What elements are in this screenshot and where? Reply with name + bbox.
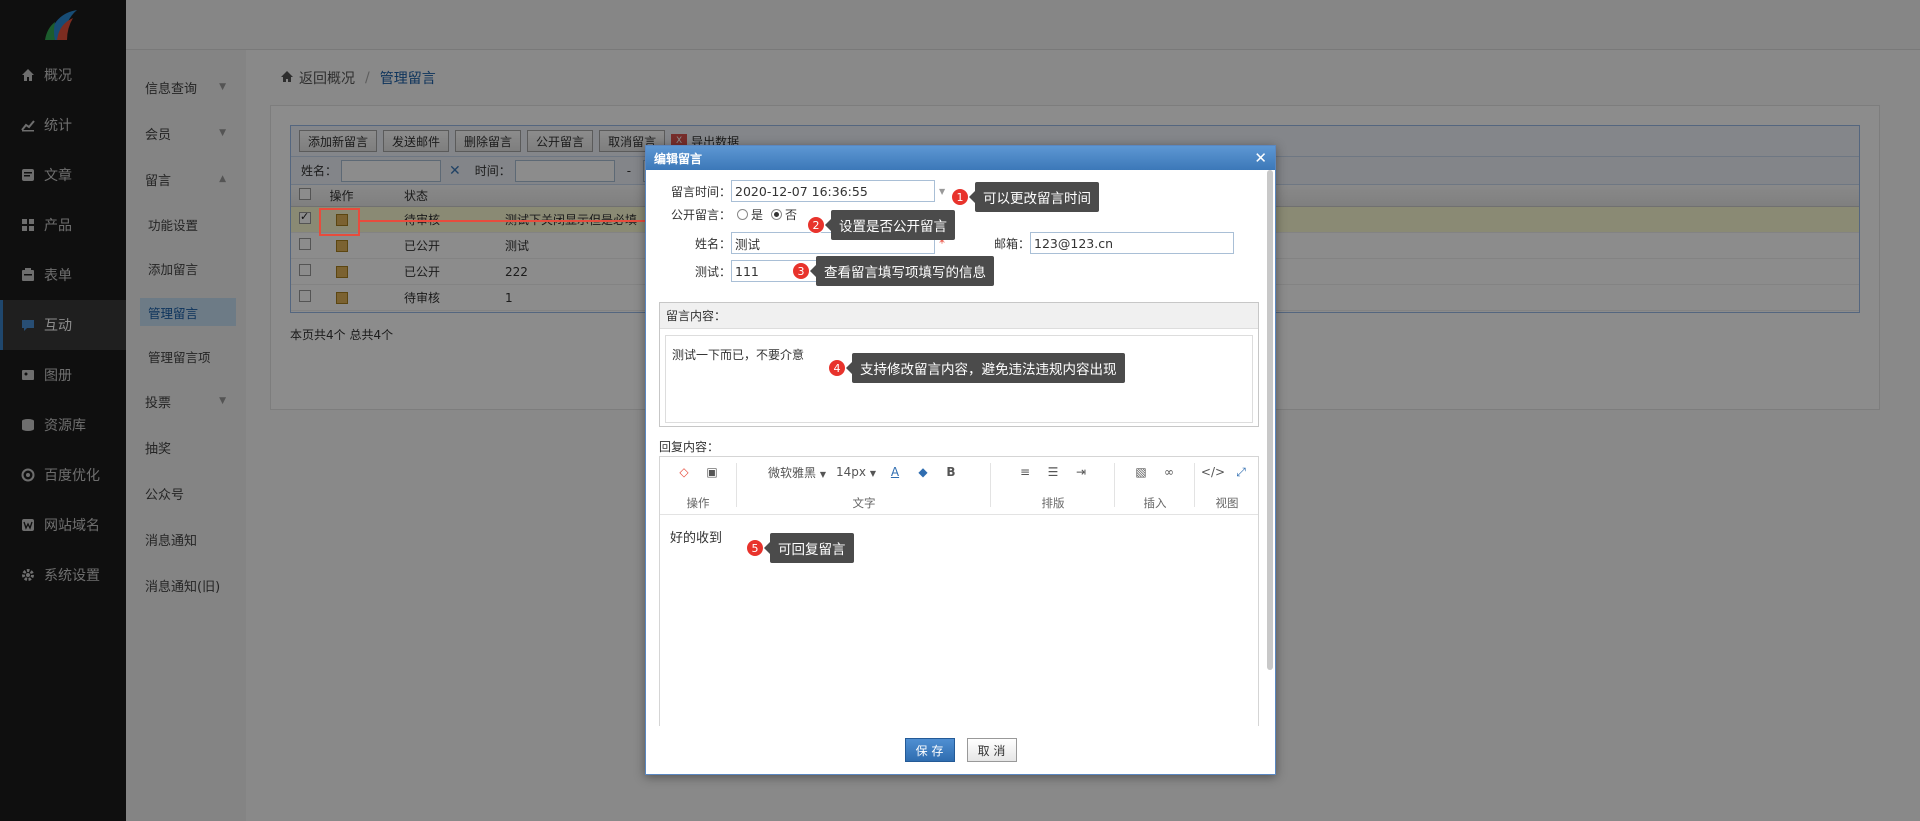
- align-icon[interactable]: ≡: [1016, 463, 1034, 481]
- annotation-number: 2: [807, 216, 825, 234]
- bold-icon[interactable]: B: [942, 463, 960, 481]
- dialog-footer: 保 存 取 消: [646, 726, 1275, 774]
- test-value: 111: [735, 263, 759, 279]
- font-size-select[interactable]: 14px ▼: [836, 465, 876, 479]
- annotation-number: 5: [746, 539, 764, 557]
- test-label: 测试：: [695, 264, 732, 279]
- annotation-text: 支持修改留言内容，避免违法违规内容出现: [846, 353, 1125, 383]
- font-name-value: 微软雅黑: [768, 465, 817, 480]
- dialog-body: 留言时间： 2020-12-07 16:36:55 ▼ 公开留言： 是 否 姓名…: [646, 170, 1275, 726]
- fullscreen-icon[interactable]: ⤢: [1232, 463, 1250, 481]
- email-label: 邮箱：: [994, 236, 1031, 251]
- annotation-text: 可以更改留言时间: [969, 182, 1099, 212]
- editor-group-view: </> ⤢ 视图: [1200, 461, 1254, 511]
- reply-value: 好的收到: [670, 531, 723, 546]
- public-yes-label: 是: [751, 208, 764, 222]
- public-no-radio[interactable]: [771, 209, 783, 220]
- annotation-3: 3 查看留言填写项填写的信息: [792, 256, 994, 286]
- editor-group-layout: ≡ ☰ ⇥ 排版: [998, 461, 1108, 511]
- group-label: 插入: [1143, 496, 1167, 510]
- annotation-number: 3: [792, 262, 810, 280]
- editor-toolbar: ◇ ▣ 操作 微软雅黑 ▼ 14px ▼ A ◆ B 文字 ≡ ☰ ⇥ 排版 ▧…: [660, 457, 1258, 515]
- edit-message-dialog: 编辑留言 ✕ 留言时间： 2020-12-07 16:36:55 ▼ 公开留言：…: [645, 145, 1276, 775]
- editor-group-operation: ◇ ▣ 操作: [668, 461, 728, 511]
- font-size-value: 14px: [836, 465, 866, 479]
- name-label: 姓名：: [695, 236, 732, 251]
- font-family-select[interactable]: 微软雅黑 ▼: [768, 464, 826, 481]
- app-root: 概况 统计 文章 产品 表单 互动 图册 资源库 百度优化 网站域名 系统设置 …: [0, 0, 1920, 821]
- chevron-down-icon: ▼: [819, 469, 826, 479]
- annotation-number: 4: [828, 359, 846, 377]
- message-content-value: 测试一下而已，不要介意: [672, 348, 805, 362]
- public-row: 公开留言： 是 否: [671, 206, 797, 223]
- reply-label: 回复内容：: [659, 440, 720, 454]
- email-value: 123@123.cn: [1034, 235, 1114, 251]
- link-icon[interactable]: ∞: [1160, 463, 1178, 481]
- email-row: 邮箱： 123@123.cn: [994, 232, 1235, 254]
- save-button[interactable]: 保 存: [904, 738, 955, 762]
- annotation-5: 5 可回复留言: [746, 533, 854, 563]
- group-label: 操作: [686, 496, 710, 510]
- cancel-button[interactable]: 取 消: [966, 738, 1017, 762]
- dialog-scrollbar[interactable]: [1267, 170, 1273, 670]
- eraser-icon[interactable]: ◇: [675, 463, 693, 481]
- chevron-down-icon: ▼: [869, 469, 876, 478]
- time-value: 2020-12-07 16:36:55: [735, 183, 868, 199]
- indent-icon[interactable]: ⇥: [1072, 463, 1090, 481]
- public-yes-radio[interactable]: [737, 209, 749, 220]
- dropdown-arrow-icon[interactable]: ▼: [939, 187, 945, 196]
- public-label: 公开留言：: [671, 208, 732, 222]
- message-content-label: 留言内容：: [660, 303, 1258, 329]
- group-label: 视图: [1215, 496, 1239, 510]
- email-input[interactable]: 123@123.cn: [1030, 232, 1235, 254]
- group-label: 排版: [1041, 496, 1065, 510]
- reply-editor: ◇ ▣ 操作 微软雅黑 ▼ 14px ▼ A ◆ B 文字 ≡ ☰ ⇥ 排版 ▧…: [659, 456, 1259, 726]
- highlight-color-icon[interactable]: ◆: [914, 463, 932, 481]
- time-input[interactable]: 2020-12-07 16:36:55: [731, 180, 936, 202]
- code-icon[interactable]: </>: [1201, 463, 1225, 481]
- annotation-number: 1: [951, 188, 969, 206]
- annotation-text: 设置是否公开留言: [825, 210, 955, 240]
- annotation-2: 2 设置是否公开留言: [807, 210, 955, 240]
- annotation-1: 1 可以更改留言时间: [951, 182, 1099, 212]
- highlight-box: [319, 208, 360, 236]
- annotation-text: 可回复留言: [764, 533, 854, 563]
- editor-group-text: 微软雅黑 ▼ 14px ▼ A ◆ B 文字: [744, 461, 984, 511]
- time-label: 留言时间：: [671, 184, 732, 199]
- name-value: 测试: [735, 236, 761, 252]
- editor-group-insert: ▧ ∞ 插入: [1122, 461, 1188, 511]
- annotation-4: 4 支持修改留言内容，避免违法违规内容出现: [828, 353, 1125, 383]
- format-painter-icon[interactable]: ▣: [703, 463, 721, 481]
- annotation-text: 查看留言填写项填写的信息: [810, 256, 994, 286]
- time-row: 留言时间： 2020-12-07 16:36:55 ▼: [671, 180, 945, 202]
- dialog-title: 编辑留言: [654, 151, 703, 166]
- group-label: 文字: [852, 496, 876, 510]
- dialog-titlebar: 编辑留言 ✕: [646, 146, 1275, 170]
- public-no-label: 否: [785, 208, 798, 222]
- highlight-arrow: [360, 215, 665, 227]
- image-icon[interactable]: ▧: [1132, 463, 1150, 481]
- close-icon[interactable]: ✕: [1254, 149, 1267, 167]
- font-color-icon[interactable]: A: [886, 463, 904, 481]
- list-icon[interactable]: ☰: [1044, 463, 1062, 481]
